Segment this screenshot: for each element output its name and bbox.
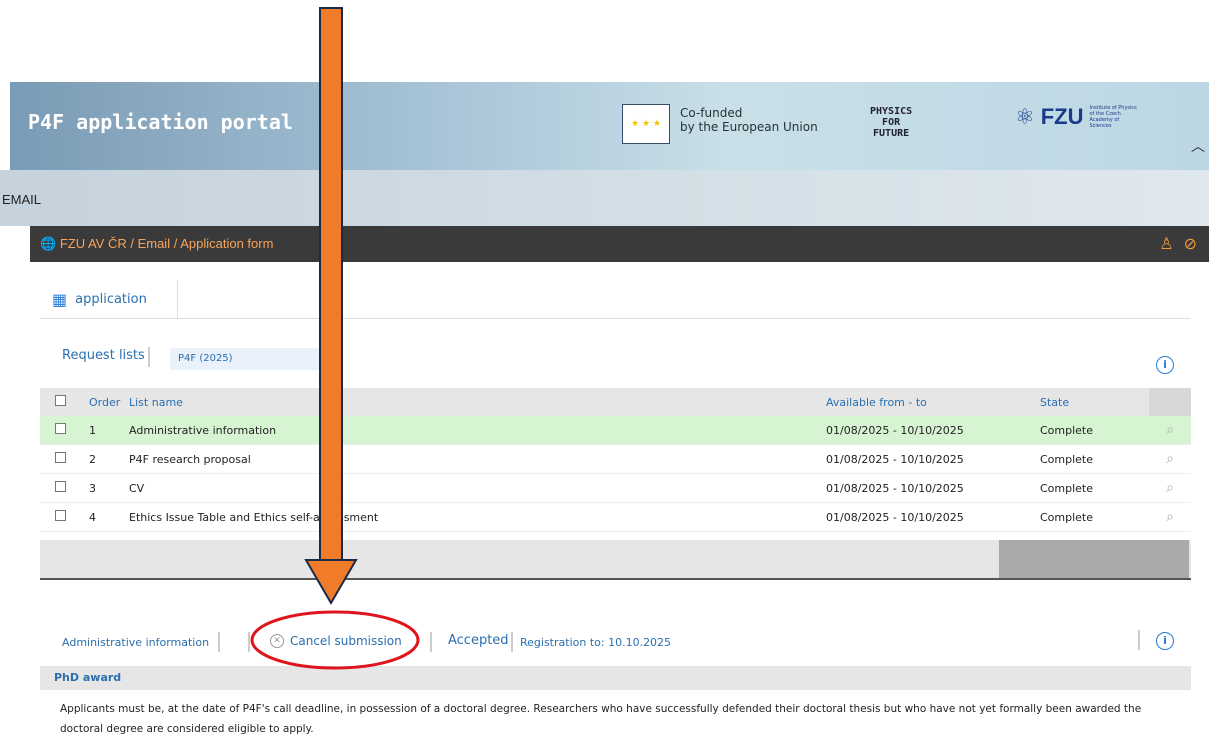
detail-list-name[interactable]: Administrative information (62, 636, 209, 649)
atom-icon: ⚛ (1015, 104, 1035, 130)
cancel-submission-label: Cancel submission (290, 634, 402, 648)
column-header-order[interactable]: Order (88, 388, 128, 416)
request-list-table: Order List name Available from - to Stat… (40, 388, 1191, 532)
logout-icon[interactable]: ⊘ (1184, 234, 1207, 253)
select-all-checkbox[interactable] (55, 395, 66, 406)
cancel-icon: ✕ (270, 634, 284, 648)
row-checkbox[interactable] (55, 423, 66, 434)
section-heading: PhD award (40, 666, 1191, 690)
divider (148, 347, 150, 367)
registration-deadline: Registration to: 10.10.2025 (520, 636, 672, 649)
divider (1138, 630, 1140, 650)
search-icon[interactable]: ⌕ (1149, 502, 1191, 532)
breadcrumb: 🌐 FZU AV ČR / Email / Application form ♙… (30, 226, 1209, 262)
tab-divider (40, 318, 1190, 319)
breadcrumb-text[interactable]: FZU AV ČR / Email / Application form (60, 236, 274, 251)
user-icon[interactable]: ♙ (1159, 234, 1183, 253)
row-checkbox[interactable] (55, 481, 66, 492)
row-checkbox[interactable] (55, 510, 66, 521)
search-icon[interactable]: ⌕ (1149, 416, 1191, 445)
grid-icon: ▦ (52, 289, 68, 309)
cancel-submission-button[interactable]: ✕ Cancel submission (270, 634, 402, 648)
table-footer: ≡ 10 ▾ (40, 540, 1191, 593)
section-bar-label: EMAIL (2, 192, 42, 207)
search-icon[interactable]: ⌕ (1149, 473, 1191, 503)
globe-icon[interactable]: 🌐 (40, 236, 56, 251)
divider (218, 632, 220, 652)
divider (511, 632, 513, 652)
app-title: P4F application portal (28, 110, 293, 134)
divider (430, 632, 432, 652)
search-icon[interactable]: ⌕ (1149, 444, 1191, 474)
info-icon[interactable]: i (1156, 632, 1174, 650)
paragraph: Applicants must be, at the date of P4F's… (60, 703, 1142, 735)
portal-header: P4F application portal ★ ★ ★ Co-funded b… (10, 82, 1209, 170)
section-title: PhD award (54, 671, 122, 684)
p4f-logo: PHYSICS FOR FUTURE (870, 106, 913, 139)
column-header-name[interactable]: List name (128, 388, 825, 416)
request-lists-label: Request lists (62, 348, 145, 363)
column-header-state[interactable]: State (1039, 388, 1149, 416)
page-size-select[interactable]: ≡ 10 ▾ (999, 540, 1189, 593)
tab-application[interactable]: ▦ application (40, 280, 178, 320)
row-checkbox[interactable] (55, 452, 66, 463)
fzu-logo: ⚛ FZU Institute of Physics of the Czech … (1015, 104, 1137, 130)
table-row[interactable]: 1 Administrative information 01/08/2025 … (40, 416, 1191, 445)
tab-label: application (75, 291, 147, 307)
request-list-select[interactable]: P4F (2025) (170, 348, 322, 370)
column-header-available[interactable]: Available from - to (825, 388, 1039, 416)
divider (248, 632, 250, 652)
info-icon[interactable]: i (1156, 356, 1174, 374)
eu-flag-icon: ★ ★ ★ (622, 104, 670, 144)
divider (40, 578, 1191, 580)
table-row[interactable]: 2 P4F research proposal 01/08/2025 - 10/… (40, 444, 1191, 474)
chevron-up-icon[interactable]: ︿ (1191, 136, 1205, 156)
caret-down-icon: ▾ (1163, 580, 1169, 593)
table-row[interactable]: 3 CV 01/08/2025 - 10/10/2025 Complete ⌕ (40, 473, 1191, 503)
eu-cofunded-text: Co-funded by the European Union (680, 106, 818, 134)
section-bar: EMAIL (0, 170, 1209, 226)
status-badge: Accepted (448, 633, 509, 648)
table-row[interactable]: 4 Ethics Issue Table and Ethics self-ass… (40, 502, 1191, 532)
